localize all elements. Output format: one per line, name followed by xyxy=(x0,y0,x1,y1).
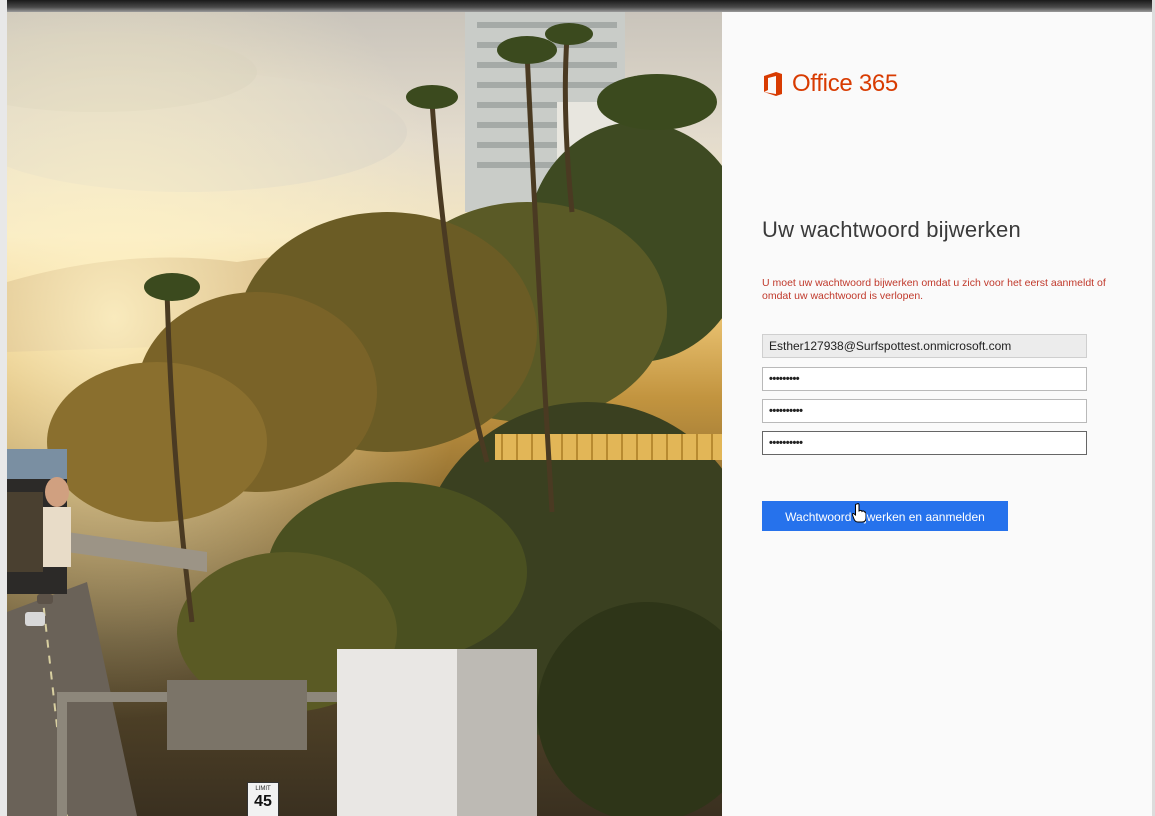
window-top-shadow xyxy=(0,0,1155,12)
confirm-password-field[interactable]: •••••••••• xyxy=(762,431,1087,455)
page-title: Uw wachtwoord bijwerken xyxy=(762,217,1021,242)
new-password-field[interactable]: •••••••••• xyxy=(762,399,1087,423)
background-photo: LIMIT 45 xyxy=(7,12,722,816)
speed-limit-label: LIMIT xyxy=(255,786,271,792)
office-logo: Office 365 xyxy=(762,70,898,98)
speed-limit-value: 45 xyxy=(254,793,272,810)
update-and-sign-in-button[interactable]: Wachtwoord bijwerken en aanmelden xyxy=(762,501,1008,531)
office-logo-icon xyxy=(764,72,782,96)
current-password-field[interactable]: ••••••••• xyxy=(762,367,1087,391)
password-expired-notice: U moet uw wachtwoord bijwerken omdat u z… xyxy=(762,277,1106,302)
password-update-panel: Office 365 Uw wachtwoord bijwerken U moe… xyxy=(722,12,1152,816)
username-field[interactable]: Esther127938@Surfspottest.onmicrosoft.co… xyxy=(762,334,1087,358)
brand-name: Office 365 xyxy=(792,70,898,97)
hand-cursor-icon xyxy=(852,503,866,523)
window-left-edge xyxy=(0,0,7,816)
speed-limit-sign: LIMIT 45 xyxy=(247,782,279,816)
landscape-illustration xyxy=(7,12,722,816)
